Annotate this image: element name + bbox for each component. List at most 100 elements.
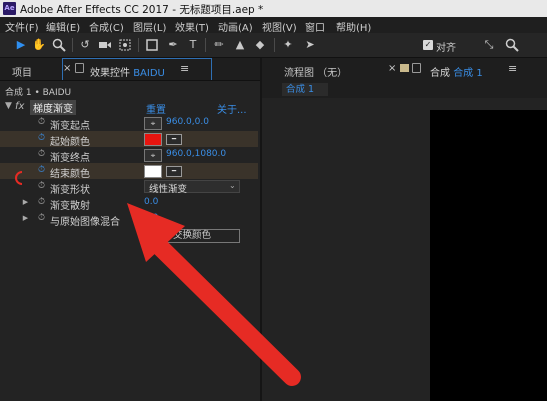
end-color-label: 结束颜色: [50, 169, 90, 180]
menu-edit[interactable]: 编辑(E): [46, 19, 80, 34]
pen-icon[interactable]: ✒: [166, 38, 180, 52]
stopwatch-icon[interactable]: ⏱: [36, 133, 47, 144]
expand-triangle-icon[interactable]: ▼: [3, 101, 14, 112]
composition-panel: 流程图 （无） × 合成 合成 1 ≡ 合成 1: [262, 58, 547, 401]
search-help-icon[interactable]: [505, 38, 519, 52]
camera-icon[interactable]: [98, 38, 112, 52]
menu-bar: 文件(F) 编辑(E) 合成(C) 图层(L) 效果(T) 动画(A) 视图(V…: [0, 17, 547, 34]
shape-label: 渐变形状: [50, 185, 90, 196]
breadcrumb: 合成 1 • BAIDU: [5, 88, 72, 98]
end-color-row: ⏱ 结束颜色 ━: [0, 163, 258, 180]
app-logo-icon: Ae: [3, 2, 16, 15]
rectangle-icon[interactable]: [145, 38, 159, 52]
zoom-icon[interactable]: [52, 38, 66, 52]
chevron-down-icon: ⌄: [229, 181, 236, 190]
stopwatch-icon[interactable]: ⏱: [36, 165, 47, 176]
shape-row: ⏱ 渐变形状 线性渐变 ⌄: [0, 179, 258, 196]
brush-icon[interactable]: ✏: [212, 38, 226, 52]
effect-name[interactable]: 梯度渐变: [30, 100, 76, 115]
panel-menu-icon[interactable]: ≡: [508, 62, 517, 75]
start-point-row: ⏱ 渐变起点 ⌖ 960.0,0.0: [0, 115, 258, 132]
tab-close-icon[interactable]: ×: [388, 63, 396, 74]
menu-animation[interactable]: 动画(A): [218, 19, 253, 34]
toolbar-separator: [72, 38, 73, 52]
tab-effect-controls-layer: BAIDU: [133, 68, 165, 79]
end-color-swatch[interactable]: [144, 165, 162, 178]
tab-effect-controls[interactable]: 效果控件 BAIDU: [90, 64, 165, 79]
end-point-label: 渐变终点: [50, 153, 90, 164]
title-bar: Ae Adobe After Effects CC 2017 - 无标题项目.a…: [0, 0, 547, 17]
stopwatch-icon[interactable]: ⏱: [36, 181, 47, 192]
puppet-pin-icon[interactable]: ➤: [303, 38, 317, 52]
effect-header-row: ▼ fx 梯度渐变 重置 关于...: [0, 99, 258, 116]
shape-dropdown[interactable]: 线性渐变 ⌄: [144, 180, 240, 195]
tab-composition-name: 合成 1: [453, 68, 483, 79]
eraser-icon[interactable]: ◆: [253, 38, 267, 52]
start-color-swatch[interactable]: [144, 133, 162, 146]
shape-dropdown-value: 线性渐变: [149, 184, 188, 195]
lock-icon[interactable]: [412, 63, 421, 73]
blend-value[interactable]: 0.0: [144, 213, 158, 223]
about-link[interactable]: 关于...: [217, 101, 247, 116]
crosshair-icon[interactable]: ⌖: [144, 117, 162, 130]
hand-icon[interactable]: ✋: [32, 38, 46, 52]
fx-toggle[interactable]: fx: [15, 101, 24, 112]
tab-composition[interactable]: 合成 合成 1: [430, 64, 483, 79]
scatter-row: ▶ ⏱ 渐变散射 0.0: [0, 195, 258, 212]
type-icon[interactable]: T: [186, 38, 200, 52]
menu-view[interactable]: 视图(V): [262, 19, 297, 34]
tab-close-icon[interactable]: ×: [63, 63, 71, 74]
menu-window[interactable]: 窗口: [305, 19, 325, 34]
stopwatch-icon[interactable]: ⏱: [36, 149, 47, 160]
end-point-value[interactable]: 960.0,1080.0: [166, 149, 226, 159]
crosshair-icon[interactable]: ⌖: [144, 149, 162, 162]
reset-link[interactable]: 重置: [146, 101, 166, 116]
swap-colors-button[interactable]: 交换颜色: [144, 229, 240, 243]
clone-stamp-icon[interactable]: ▲: [233, 38, 247, 52]
tab-flowchart[interactable]: 流程图 （无）: [284, 64, 347, 79]
effect-controls-panel: 项目 × 效果控件 BAIDU ≡ 合成 1 • BAIDU ▼ fx 梯度渐变…: [0, 58, 262, 401]
align-label: 对齐: [436, 43, 456, 54]
menu-file[interactable]: 文件(F): [5, 19, 39, 34]
stopwatch-icon[interactable]: ⏱: [36, 213, 47, 224]
menu-layer[interactable]: 图层(L): [133, 19, 166, 34]
blend-row: ▶ ⏱ 与原始图像混合 0.0: [0, 211, 258, 228]
start-color-label: 起始颜色: [50, 137, 90, 148]
pan-behind-icon[interactable]: [118, 38, 132, 52]
rotate-icon[interactable]: ↺: [78, 38, 92, 52]
tab-effect-controls-prefix: 效果控件: [90, 68, 130, 79]
expand-triangle-icon[interactable]: ▶: [20, 213, 31, 224]
scatter-value[interactable]: 0.0: [144, 197, 158, 207]
eyedropper-icon[interactable]: ━: [166, 134, 182, 145]
stopwatch-icon[interactable]: ⏱: [36, 117, 47, 128]
panel-menu-icon[interactable]: ≡: [180, 62, 189, 75]
selection-icon[interactable]: ▶: [14, 38, 28, 52]
align-checkbox[interactable]: ✓: [423, 40, 433, 50]
start-point-value[interactable]: 960.0,0.0: [166, 117, 209, 127]
menu-effect[interactable]: 效果(T): [175, 19, 209, 34]
roto-brush-icon[interactable]: ✦: [281, 38, 295, 52]
expand-icon[interactable]: ⤡: [482, 38, 496, 52]
composition-viewer[interactable]: [430, 110, 547, 401]
menu-help[interactable]: 帮助(H): [336, 19, 371, 34]
expand-triangle-icon[interactable]: ▶: [20, 197, 31, 208]
start-point-label: 渐变起点: [50, 121, 90, 132]
lock-icon[interactable]: [75, 63, 84, 73]
scatter-label: 渐变散射: [50, 201, 90, 212]
tab-composition-prefix: 合成: [430, 68, 450, 79]
left-panel-tabs: 项目 × 效果控件 BAIDU ≡: [0, 58, 260, 81]
start-color-row: ⏱ 起始颜色 ━: [0, 131, 258, 148]
right-panel-tabs: 流程图 （无） × 合成 合成 1 ≡: [262, 58, 547, 81]
blend-label: 与原始图像混合: [50, 217, 120, 228]
menu-composition[interactable]: 合成(C): [89, 19, 124, 34]
toolbar-separator: [138, 38, 139, 52]
composition-breadcrumb[interactable]: 合成 1: [282, 83, 328, 96]
toolbar-separator: [274, 38, 275, 52]
composition-icon: [400, 64, 409, 72]
stopwatch-icon[interactable]: ⏱: [36, 197, 47, 208]
eyedropper-icon[interactable]: ━: [166, 166, 182, 177]
tab-project[interactable]: 项目: [12, 64, 32, 79]
window-title: Adobe After Effects CC 2017 - 无标题项目.aep …: [20, 4, 264, 16]
toolbar-separator: [205, 38, 206, 52]
end-point-row: ⏱ 渐变终点 ⌖ 960.0,1080.0: [0, 147, 258, 164]
